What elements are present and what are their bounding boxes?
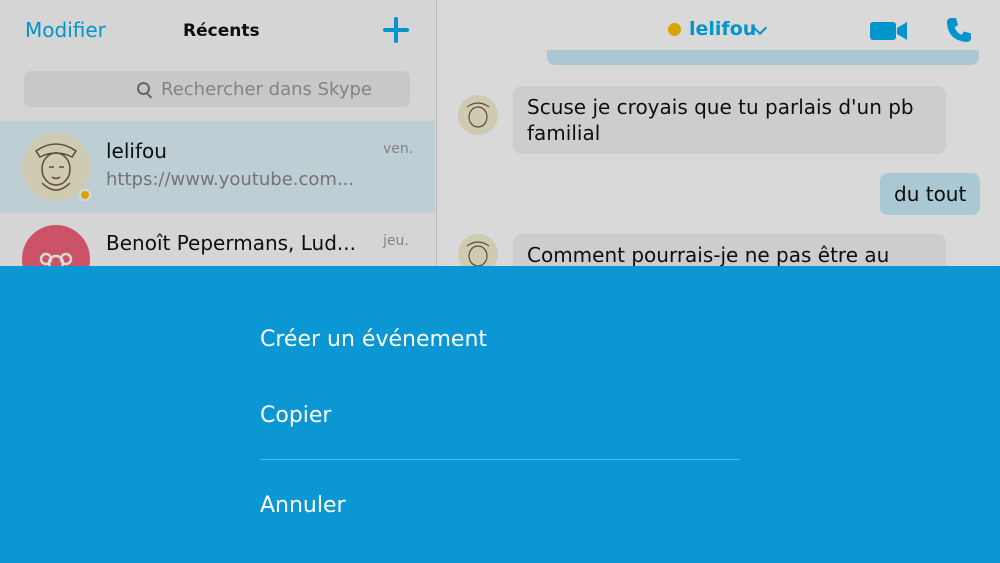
copy-button[interactable]: Copier	[260, 403, 331, 428]
cancel-button[interactable]: Annuler	[260, 493, 346, 518]
divider	[260, 459, 740, 460]
create-event-button[interactable]: Créer un événement	[260, 327, 487, 352]
action-sheet: Créer un événement Copier Annuler	[0, 266, 1000, 563]
